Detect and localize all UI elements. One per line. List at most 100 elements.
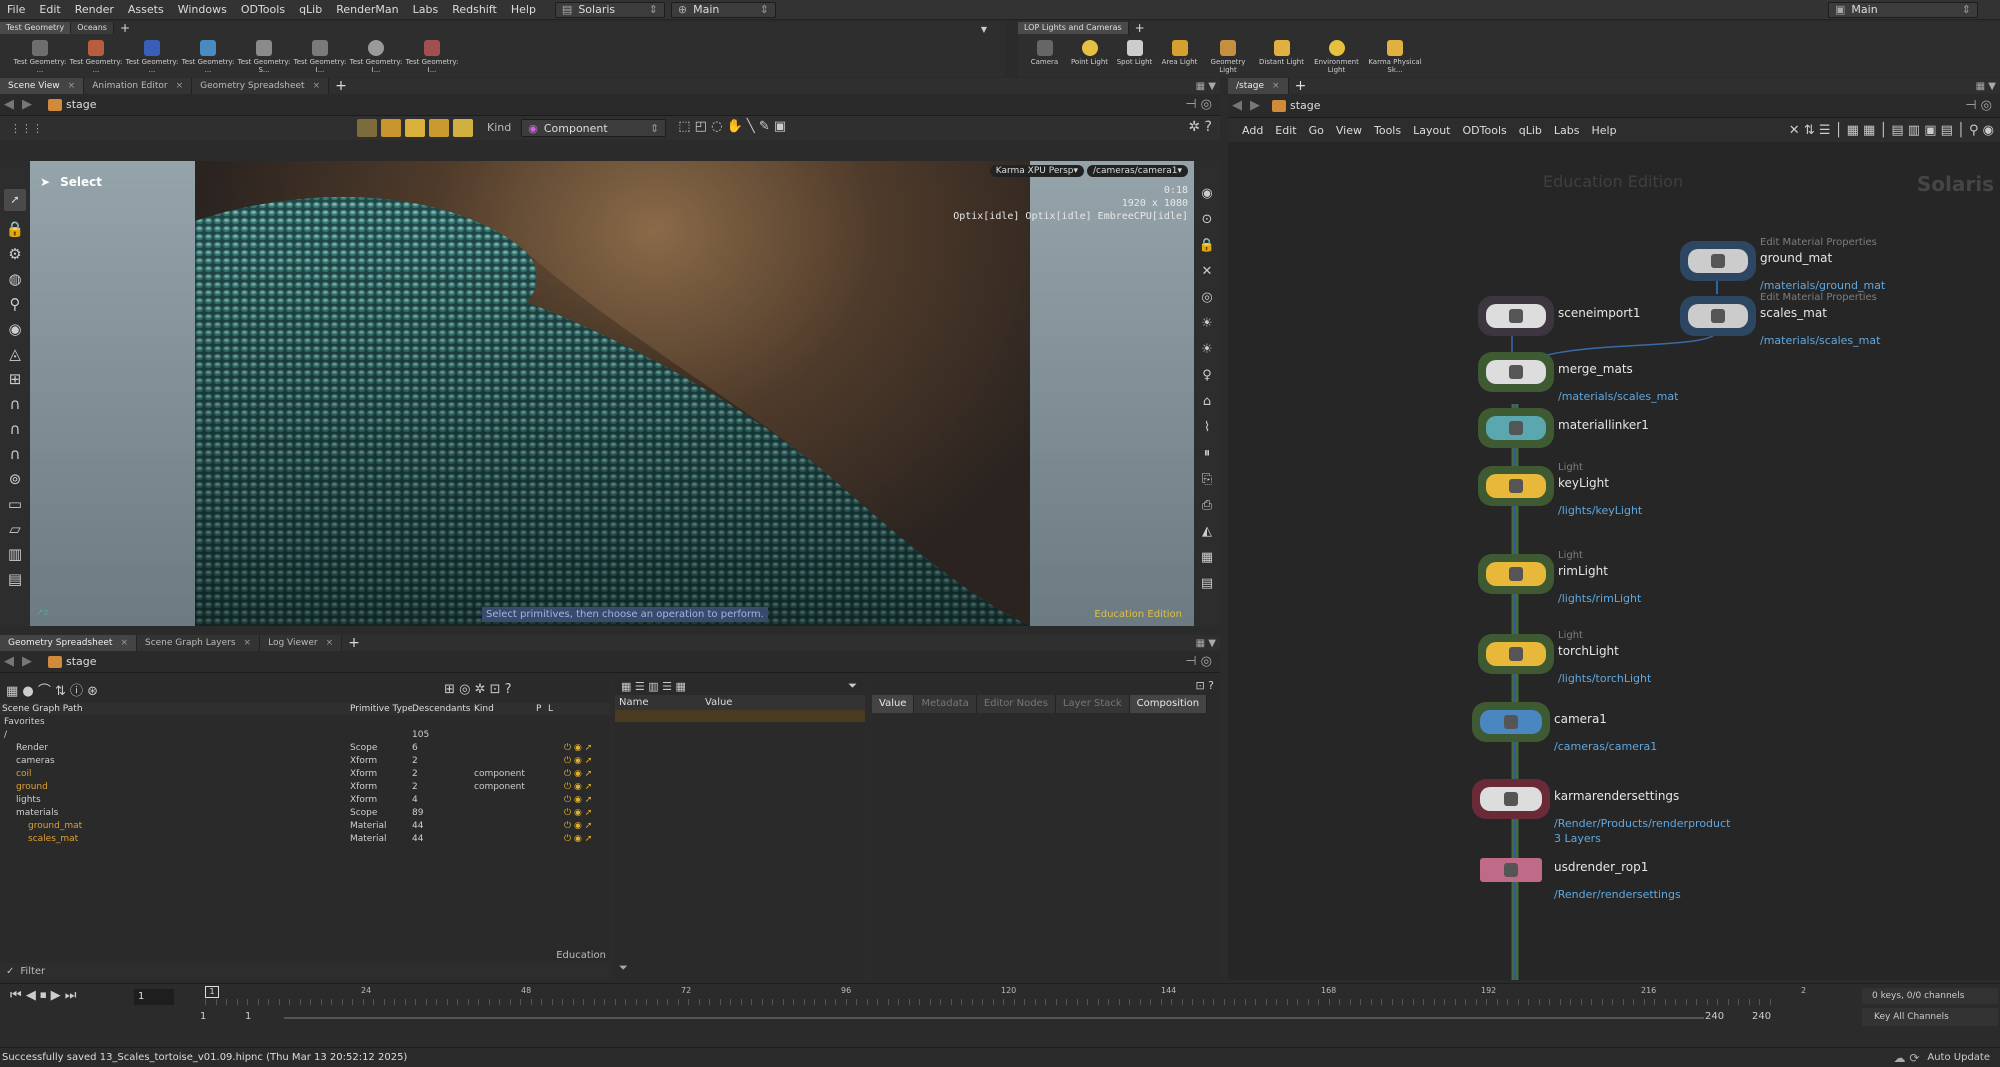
- scene-graph-toolbar[interactable]: ▦ ● ⌒ ⇅ ⓘ ⊛ ⊞ ◎ ✲ ⊡ ?: [0, 675, 610, 703]
- close-icon[interactable]: ×: [176, 81, 184, 91]
- close-icon[interactable]: ×: [68, 81, 76, 91]
- node-name[interactable]: rimLight: [1558, 564, 1608, 578]
- transform-tools-icons[interactable]: 🔒 ⚙ ◍ ⚲ ◉ ◬ ⊞ ∩ ∩ ∩ ⊚ ▭ ▱ ▥ ▤: [0, 217, 30, 592]
- shelf-tool-distant-light[interactable]: Distant Light: [1254, 40, 1309, 74]
- auto-update-button[interactable]: Auto Update: [1927, 1052, 1990, 1063]
- row-toggle-icons[interactable]: ⏻ ◉ ➚: [564, 743, 592, 753]
- range-start-2[interactable]: 1: [245, 1011, 251, 1022]
- node-body[interactable]: [1486, 360, 1546, 384]
- select-vertices-icon[interactable]: [453, 119, 473, 137]
- node-body[interactable]: [1486, 562, 1546, 586]
- range-start[interactable]: 1: [200, 1011, 206, 1022]
- menu-qlib[interactable]: qLib: [1513, 124, 1548, 137]
- menu-labs[interactable]: Labs: [1548, 124, 1586, 137]
- menu-tools[interactable]: Tools: [1368, 124, 1407, 137]
- menu-qlib[interactable]: qLib: [292, 3, 329, 16]
- row-toggle-icons[interactable]: ⏻ ◉ ➚: [564, 808, 592, 818]
- shelf-tool-geometry-light[interactable]: Geometry Light: [1202, 40, 1254, 74]
- menu-help[interactable]: Help: [1585, 124, 1622, 137]
- select-tools-icons[interactable]: ⬚ ◰ ◌ ✋ ╲ ✎ ▣: [678, 119, 786, 137]
- pin-icon[interactable]: ⊣ ◎: [1185, 654, 1212, 669]
- forward-arrow-icon[interactable]: ▶: [18, 654, 36, 669]
- shelf-tool[interactable]: Test Geometry: ...: [68, 40, 124, 74]
- select-faces-icon[interactable]: [429, 119, 449, 137]
- main-right-select[interactable]: ▣ Main ⇕: [1828, 1, 1978, 18]
- renderer-menu[interactable]: Karma XPU Persp▾: [989, 165, 1085, 177]
- forward-arrow-icon[interactable]: ▶: [1246, 98, 1264, 113]
- filter-funnel-icon[interactable]: ⏷: [848, 679, 857, 693]
- tab-layer-stack[interactable]: Layer Stack: [1055, 695, 1130, 713]
- select-tool-icon[interactable]: ➚: [4, 189, 26, 211]
- playback-controls[interactable]: ⏮ ◀ ⏹ ▶ ⏭: [10, 988, 76, 1003]
- tree-row[interactable]: lights Xform 4 ⏻ ◉ ➚: [0, 794, 610, 807]
- pin-icon[interactable]: ⊣ ◎: [1965, 98, 1992, 113]
- close-icon[interactable]: ×: [1272, 81, 1280, 91]
- node-body[interactable]: [1486, 416, 1546, 440]
- node-name[interactable]: keyLight: [1558, 476, 1609, 490]
- key-all-channels-button[interactable]: Key All Channels: [1862, 1008, 1998, 1026]
- shelf-tool-point-light[interactable]: Point Light: [1067, 40, 1112, 74]
- add-shelf-tab-button[interactable]: +: [114, 22, 136, 34]
- range-slider-track[interactable]: [284, 1017, 1704, 1019]
- node-name[interactable]: sceneimport1: [1558, 306, 1640, 320]
- viewport[interactable]: ➤ Select Karma XPU Persp▾ /cameras/camera…: [30, 161, 1194, 626]
- menu-edit[interactable]: Edit: [1269, 124, 1302, 137]
- shelf-tool-area-light[interactable]: Area Light: [1157, 40, 1202, 74]
- node-name[interactable]: karmarendersettings: [1554, 789, 1679, 803]
- menu-renderman[interactable]: RenderMan: [329, 3, 405, 16]
- value-toolbar[interactable]: ⊡ ?: [872, 675, 1220, 695]
- node-body[interactable]: [1688, 249, 1748, 273]
- tree-row[interactable]: Render Scope 6 ⏻ ◉ ➚: [0, 742, 610, 755]
- select-edges-icon[interactable]: [405, 119, 425, 137]
- node-body[interactable]: [1486, 474, 1546, 498]
- pane-menu-icon[interactable]: ▦ ▼: [1196, 638, 1216, 649]
- menu-edit[interactable]: Edit: [32, 3, 67, 16]
- shelf-tab-test-geometry[interactable]: Test Geometry: [0, 22, 72, 34]
- shelf-tool-camera[interactable]: Camera: [1022, 40, 1067, 74]
- desktop-select[interactable]: ▤ Solaris ⇕: [554, 1, 665, 18]
- close-icon[interactable]: ×: [326, 638, 334, 648]
- menu-view[interactable]: View: [1330, 124, 1368, 137]
- tab-value[interactable]: Value: [872, 695, 915, 713]
- shelf-menu-icon[interactable]: ▼: [981, 25, 987, 34]
- shelf-tool[interactable]: Test Geometry: I...: [404, 40, 460, 74]
- current-frame-field[interactable]: 1: [134, 989, 174, 1005]
- tree-row[interactable]: / 105: [0, 729, 610, 742]
- tree-row[interactable]: scales_mat Material 44 ⏻ ◉ ➚: [0, 833, 610, 846]
- context-select[interactable]: ⊕ Main ⇕: [670, 1, 776, 18]
- menu-render[interactable]: Render: [68, 3, 121, 16]
- shelf-tab-lop-lights[interactable]: LOP Lights and Cameras: [1018, 22, 1129, 34]
- back-arrow-icon[interactable]: ◀: [0, 654, 18, 669]
- viewer-settings-icon[interactable]: ✲ ?: [1188, 119, 1212, 135]
- view-mode-icons[interactable]: ▦ ☰ ▥ ☰ ▦: [621, 680, 686, 693]
- shelf-tool-spot-light[interactable]: Spot Light: [1112, 40, 1157, 74]
- shelf-tool[interactable]: Test Geometry: S...: [236, 40, 292, 74]
- row-toggle-icons[interactable]: ⏻ ◉ ➚: [564, 782, 592, 792]
- pane-menu-icon[interactable]: ▦ ▼: [1976, 81, 1996, 92]
- network-toolbar-icons[interactable]: ✕ ⇅ ☰ │ ▦ ▦ │ ▤ ▥ ▣ ▤ │ ⚲ ◉: [1789, 123, 1994, 138]
- camera-menu[interactable]: /cameras/camera1▾: [1087, 165, 1188, 177]
- select-points-icon[interactable]: [381, 119, 401, 137]
- menu-assets[interactable]: Assets: [121, 3, 171, 16]
- column-header-value[interactable]: Value: [705, 697, 732, 708]
- node-name[interactable]: camera1: [1554, 712, 1607, 726]
- shelf-tool[interactable]: Test Geometry: ...: [12, 40, 68, 74]
- select-primitives-icon[interactable]: [357, 119, 377, 137]
- pane-menu-icon[interactable]: ▦ ▼: [1196, 81, 1216, 92]
- menu-help[interactable]: Help: [504, 3, 543, 16]
- shelf-tool-environment-light[interactable]: Environment Light: [1309, 40, 1364, 74]
- menu-add[interactable]: Add: [1236, 124, 1269, 137]
- row-toggle-icons[interactable]: ⏻ ◉ ➚: [564, 769, 592, 779]
- node-body[interactable]: [1480, 858, 1542, 882]
- menu-odtools[interactable]: ODTools: [234, 3, 292, 16]
- tab-composition[interactable]: Composition: [1129, 695, 1208, 713]
- row-toggle-icons[interactable]: ⏻ ◉ ➚: [564, 756, 592, 766]
- close-icon[interactable]: ×: [244, 638, 252, 648]
- tab-metadata[interactable]: Metadata: [914, 695, 977, 713]
- tab-geometry-spreadsheet[interactable]: Geometry Spreadsheet ×: [0, 635, 137, 651]
- playhead[interactable]: 1: [205, 986, 219, 998]
- viewer-right-toolbar[interactable]: ◉ ⊙ 🔒 ✕ ◎ ☀ ☀ ♀ ⌂ ⌇ ⏸ ⎘ ⎙ ◭ ▦ ▤: [1194, 161, 1220, 626]
- filter-funnel-icon[interactable]: ⏷: [619, 961, 628, 975]
- column-header-name[interactable]: Name: [615, 697, 705, 708]
- tree-row[interactable]: materials Scope 89 ⏻ ◉ ➚: [0, 807, 610, 820]
